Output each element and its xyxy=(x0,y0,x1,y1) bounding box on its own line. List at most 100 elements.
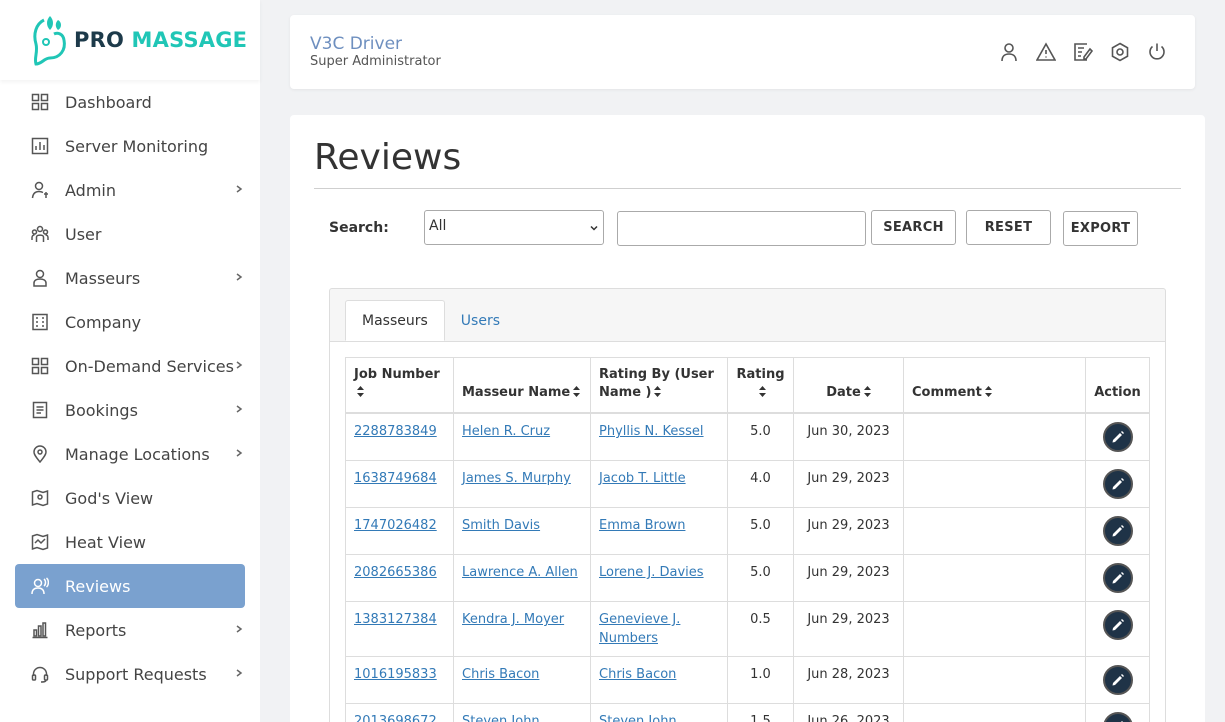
top-header: V3C Driver Super Administrator xyxy=(290,15,1195,89)
date-cell: Jun 29, 2023 xyxy=(793,601,904,657)
edit-button[interactable] xyxy=(1102,712,1133,722)
grid-icon xyxy=(31,357,49,375)
column-rating[interactable]: Rating xyxy=(727,357,794,414)
rating-by-cell: Lorene J. Davies xyxy=(590,554,728,602)
chart-icon xyxy=(31,137,49,155)
job-number-cell: 1016195833 xyxy=(345,656,454,704)
reviews-icon xyxy=(31,577,49,595)
column-rating-by[interactable]: Rating By (User Name ) xyxy=(590,357,728,414)
rating-by-link[interactable]: Phyllis N. Kessel xyxy=(599,424,704,439)
sidebar-item-gods-view[interactable]: God's View xyxy=(15,476,245,520)
edit-button[interactable] xyxy=(1102,665,1133,695)
sidebar-item-label: Dashboard xyxy=(65,92,152,112)
tab-users[interactable]: Users xyxy=(445,300,516,341)
table-row: 1638749684 James S. Murphy Jacob T. Little… xyxy=(345,460,1150,508)
sidebar-item-label: Server Monitoring xyxy=(65,136,209,156)
location-pin-icon xyxy=(33,445,47,463)
title-divider xyxy=(314,188,1181,189)
reset-button[interactable]: RESET xyxy=(966,210,1051,245)
comment-cell xyxy=(903,703,1086,722)
edit-button[interactable] xyxy=(1102,469,1133,499)
sidebar-item-support-requests[interactable]: Support Requests xyxy=(15,652,245,696)
edit-button[interactable] xyxy=(1102,516,1133,546)
column-job-number[interactable]: Job Number xyxy=(345,357,454,414)
rating-cell: 4.0 xyxy=(727,460,794,508)
sidebar-item-label: God's View xyxy=(65,488,154,508)
masseur-name-link[interactable]: Helen R. Cruz xyxy=(462,424,550,439)
sidebar-item-manage-locations[interactable]: Manage Locations xyxy=(15,432,245,476)
sidebar-item-label: Support Requests xyxy=(65,664,207,684)
sidebar-item-server-monitoring[interactable]: Server Monitoring xyxy=(15,124,245,168)
masseur-name-cell: Steven John xyxy=(453,703,591,722)
logo[interactable]: PRO MASSAGE xyxy=(0,0,260,80)
masseur-name-cell: Helen R. Cruz xyxy=(453,412,591,461)
page-title: Reviews xyxy=(314,137,462,178)
sidebar-item-label: On-Demand Services xyxy=(65,356,234,376)
masseur-name-link[interactable]: Steven John xyxy=(462,714,540,722)
edit-button[interactable] xyxy=(1102,563,1133,593)
sidebar-item-bookings[interactable]: Bookings xyxy=(15,388,245,432)
rating-by-link[interactable]: Lorene J. Davies xyxy=(599,565,704,580)
review-tabs: Masseurs Users xyxy=(345,300,516,341)
masseur-name-link[interactable]: Lawrence A. Allen xyxy=(462,565,578,580)
rating-by-link[interactable]: Chris Bacon xyxy=(599,667,676,682)
user-icon[interactable] xyxy=(999,42,1019,62)
job-number-link[interactable]: 2082665386 xyxy=(354,565,437,580)
edit-note-icon[interactable] xyxy=(1073,42,1093,62)
table-row: 1747026482 Smith Davis Emma Brown 5.0 Jun 29… xyxy=(345,507,1150,555)
sidebar-nav: Dashboard Server Monitoring Admin User M… xyxy=(15,80,245,696)
rating-cell: 1.5 xyxy=(727,703,794,722)
comment-cell xyxy=(903,656,1086,704)
warning-icon[interactable] xyxy=(1036,42,1056,62)
rating-by-cell: Steven John xyxy=(590,703,728,722)
rating-by-link[interactable]: Emma Brown xyxy=(599,518,685,533)
edit-button[interactable] xyxy=(1102,422,1133,452)
heatmap-icon xyxy=(31,533,49,551)
select-value: All xyxy=(429,218,447,234)
reviews-panel: Job Number Masseur Name Rating By (User … xyxy=(329,288,1166,722)
search-filter-select[interactable]: All xyxy=(424,210,604,245)
masseur-name-link[interactable]: James S. Murphy xyxy=(462,471,571,486)
sidebar-item-label: Reports xyxy=(65,620,127,640)
bar-chart-icon xyxy=(32,622,48,639)
masseur-name-link[interactable]: Kendra J. Moyer xyxy=(462,612,564,627)
search-button[interactable]: SEARCH xyxy=(871,210,956,245)
table-row: 2013698672 Steven John Steven John 1.5 Jun 2… xyxy=(345,703,1150,722)
masseur-name-link[interactable]: Chris Bacon xyxy=(462,667,539,682)
power-icon[interactable] xyxy=(1147,42,1167,62)
settings-icon[interactable] xyxy=(1110,42,1130,62)
date-cell: Jun 29, 2023 xyxy=(793,507,904,555)
column-comment[interactable]: Comment xyxy=(903,357,1086,414)
job-number-link[interactable]: 1747026482 xyxy=(354,518,437,533)
action-cell xyxy=(1085,656,1150,704)
edit-button[interactable] xyxy=(1102,610,1133,640)
date-cell: Jun 26, 2023 xyxy=(793,703,904,722)
sidebar-item-reports[interactable]: Reports xyxy=(15,608,245,652)
job-number-link[interactable]: 1383127384 xyxy=(354,612,437,627)
job-number-cell: 2013698672 xyxy=(345,703,454,722)
sidebar-item-dashboard[interactable]: Dashboard xyxy=(15,80,245,124)
job-number-cell: 2082665386 xyxy=(345,554,454,602)
job-number-cell: 1747026482 xyxy=(345,507,454,555)
column-masseur-name[interactable]: Masseur Name xyxy=(453,357,591,414)
job-number-link[interactable]: 2288783849 xyxy=(354,424,437,439)
tab-masseurs[interactable]: Masseurs xyxy=(345,300,445,341)
rating-by-link[interactable]: Steven John xyxy=(599,714,677,722)
sidebar-item-admin[interactable]: Admin xyxy=(15,168,245,212)
sidebar-item-heat-view[interactable]: Heat View xyxy=(15,520,245,564)
rating-by-link[interactable]: Jacob T. Little xyxy=(599,471,686,486)
job-number-link[interactable]: 2013698672 xyxy=(354,714,437,722)
column-date[interactable]: Date xyxy=(793,357,904,414)
sidebar-item-on-demand-services[interactable]: On-Demand Services xyxy=(15,344,245,388)
search-input[interactable] xyxy=(617,211,866,246)
export-button[interactable]: EXPORT xyxy=(1063,211,1138,246)
sidebar-item-masseurs[interactable]: Masseurs xyxy=(15,256,245,300)
rating-by-link[interactable]: Genevieve J. Numbers xyxy=(599,612,680,646)
masseur-name-link[interactable]: Smith Davis xyxy=(462,518,540,533)
sidebar-item-user[interactable]: User xyxy=(15,212,245,256)
job-number-link[interactable]: 1638749684 xyxy=(354,471,437,486)
sidebar-item-company[interactable]: Company xyxy=(15,300,245,344)
rating-by-cell: Jacob T. Little xyxy=(590,460,728,508)
job-number-link[interactable]: 1016195833 xyxy=(354,667,437,682)
sidebar-item-reviews[interactable]: Reviews xyxy=(15,564,245,608)
